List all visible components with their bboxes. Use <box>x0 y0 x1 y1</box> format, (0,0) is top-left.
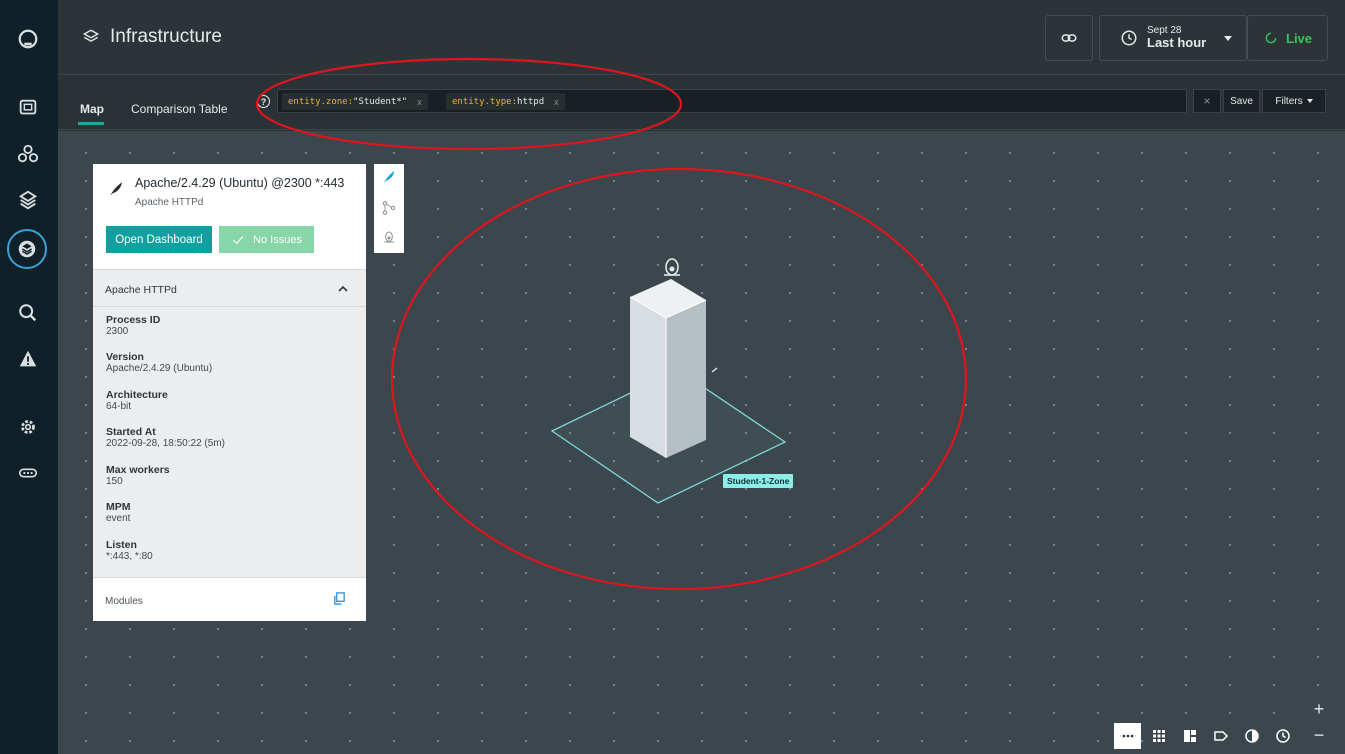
attribute-value: event <box>106 513 131 524</box>
tab-map[interactable]: Map <box>80 102 104 116</box>
tag-view-button[interactable] <box>1207 723 1234 749</box>
section-title: Apache HTTPd <box>105 284 177 296</box>
infrastructure-icon[interactable] <box>7 229 47 269</box>
copy-link-button[interactable] <box>1045 15 1093 61</box>
panel-header: Apache/2.4.29 (Ubuntu) @2300 *:443 Apach… <box>93 164 366 269</box>
attribute-value: 150 <box>106 476 123 487</box>
status-label: No Issues <box>253 233 302 246</box>
open-dashboard-button[interactable]: Open Dashboard <box>106 226 212 253</box>
attribute-listen: Listen *:443, *:80 <box>106 539 153 563</box>
ellipsis-icon <box>1122 734 1133 738</box>
contrast-toggle-button[interactable] <box>1238 723 1265 749</box>
more-icon[interactable] <box>11 456 45 490</box>
timeline-button[interactable] <box>1269 723 1296 749</box>
modules-row[interactable]: Modules <box>93 577 366 621</box>
filter-chip-key: entity.zone: <box>288 96 354 107</box>
zoom-in-button[interactable]: + <box>1307 697 1331 721</box>
filter-query-input[interactable]: entity.zone:"Student*" x entity.type:htt… <box>277 89 1187 113</box>
more-options-button[interactable] <box>1114 723 1141 749</box>
help-icon[interactable]: ? <box>257 95 270 108</box>
top-header: Infrastructure Sept 28 Last hour Live <box>58 0 1345 75</box>
attribute-started-at: Started At 2022-09-28, 18:50:22 (5m) <box>106 426 225 450</box>
clock-icon <box>1275 729 1290 743</box>
services-icon[interactable] <box>11 183 45 217</box>
live-spinner-icon <box>1265 32 1277 44</box>
attribute-label: Architecture <box>106 389 168 401</box>
clock-icon <box>1121 30 1137 46</box>
filter-chip-value: "Student*" <box>353 96 408 107</box>
zone-label[interactable]: Student-1-Zone <box>723 474 794 488</box>
entity-type: Apache HTTPd <box>135 197 204 208</box>
filter-chip-key: entity.type: <box>452 96 518 107</box>
grid-icon <box>1152 730 1165 742</box>
timeframe-picker[interactable]: Sept 28 Last hour <box>1099 15 1247 61</box>
attribute-label: Process ID <box>106 314 161 326</box>
page-title-text: Infrastructure <box>110 26 222 47</box>
filters-label: Filters <box>1275 95 1303 107</box>
attribute-value: 2300 <box>106 326 129 337</box>
layers-icon <box>82 29 100 42</box>
page-title: Infrastructure <box>82 26 222 48</box>
attribute-architecture: Architecture 64-bit <box>106 389 168 413</box>
attribute-label: Listen <box>106 539 137 551</box>
filter-chip-type[interactable]: entity.type:httpd x <box>446 93 565 110</box>
attribute-version: Version Apache/2.4.29 (Ubuntu) <box>106 351 212 375</box>
live-label: Live <box>1286 30 1313 46</box>
linux-host-icon[interactable] <box>381 230 397 246</box>
map-view-toolbar <box>1114 723 1302 749</box>
modules-label: Modules <box>105 596 143 607</box>
no-issues-badge[interactable]: No Issues <box>219 226 314 253</box>
attribute-max-workers: Max workers 150 <box>106 464 170 488</box>
zoom-out-button[interactable]: − <box>1307 723 1331 747</box>
alerts-icon[interactable] <box>11 342 45 376</box>
section-header[interactable]: Apache HTTPd <box>93 269 366 307</box>
attribute-mpm: MPM event <box>106 501 131 525</box>
applications-icon[interactable] <box>11 137 45 171</box>
filter-chip-zone[interactable]: entity.zone:"Student*" x <box>282 93 428 110</box>
save-button[interactable]: Save <box>1223 89 1260 113</box>
feather-tab-icon[interactable] <box>381 169 397 185</box>
left-nav-rail <box>0 0 58 754</box>
view-toolbar: Map Comparison Table ? entity.zone:"Stud… <box>58 75 1345 130</box>
checkmark-icon <box>232 235 244 244</box>
caret-down-icon <box>1306 99 1313 103</box>
layout-view-button[interactable] <box>1176 723 1203 749</box>
contrast-icon <box>1244 729 1259 743</box>
link-icon <box>1061 34 1077 42</box>
dependencies-icon[interactable] <box>381 200 397 216</box>
logo-icon[interactable] <box>11 22 45 56</box>
settings-gear-icon[interactable] <box>11 410 45 444</box>
chevron-up-icon[interactable] <box>338 284 348 294</box>
filters-dropdown-button[interactable]: Filters <box>1262 89 1326 113</box>
attribute-label: Version <box>106 351 144 363</box>
attribute-process-id: Process ID 2300 <box>106 314 160 338</box>
entity-title: Apache/2.4.29 (Ubuntu) @2300 *:443 <box>135 176 345 190</box>
panel-side-toolbar <box>374 164 404 253</box>
attribute-value: Apache/2.4.29 (Ubuntu) <box>106 363 213 374</box>
attribute-label: MPM <box>106 501 131 513</box>
attribute-value: 2022-09-28, 18:50:22 (5m) <box>106 438 225 449</box>
filter-chip-value: httpd <box>517 96 545 107</box>
timeframe-range: Last hour <box>1147 35 1207 51</box>
remove-chip-icon[interactable]: x <box>417 97 422 107</box>
live-toggle-button[interactable]: Live <box>1247 15 1328 61</box>
copy-icon[interactable] <box>333 592 346 605</box>
analytics-search-icon[interactable] <box>11 296 45 330</box>
attribute-value: 64-bit <box>106 401 132 412</box>
clear-filter-button[interactable]: × <box>1193 89 1221 113</box>
entity-details-panel: Apache/2.4.29 (Ubuntu) @2300 *:443 Apach… <box>93 164 366 621</box>
tab-comparison-table[interactable]: Comparison Table <box>131 102 228 116</box>
websites-icon[interactable] <box>11 91 45 125</box>
tag-icon <box>1213 731 1228 741</box>
grid-view-button[interactable] <box>1145 723 1172 749</box>
attribute-value: *:443, *:80 <box>106 551 153 562</box>
chevron-down-icon <box>1224 36 1232 41</box>
remove-chip-icon[interactable]: x <box>554 97 559 107</box>
apache-feather-icon <box>110 182 122 196</box>
active-tab-indicator <box>78 122 104 125</box>
attribute-label: Started At <box>106 426 156 438</box>
attribute-label: Max workers <box>106 464 170 476</box>
layout-icon <box>1183 730 1196 742</box>
